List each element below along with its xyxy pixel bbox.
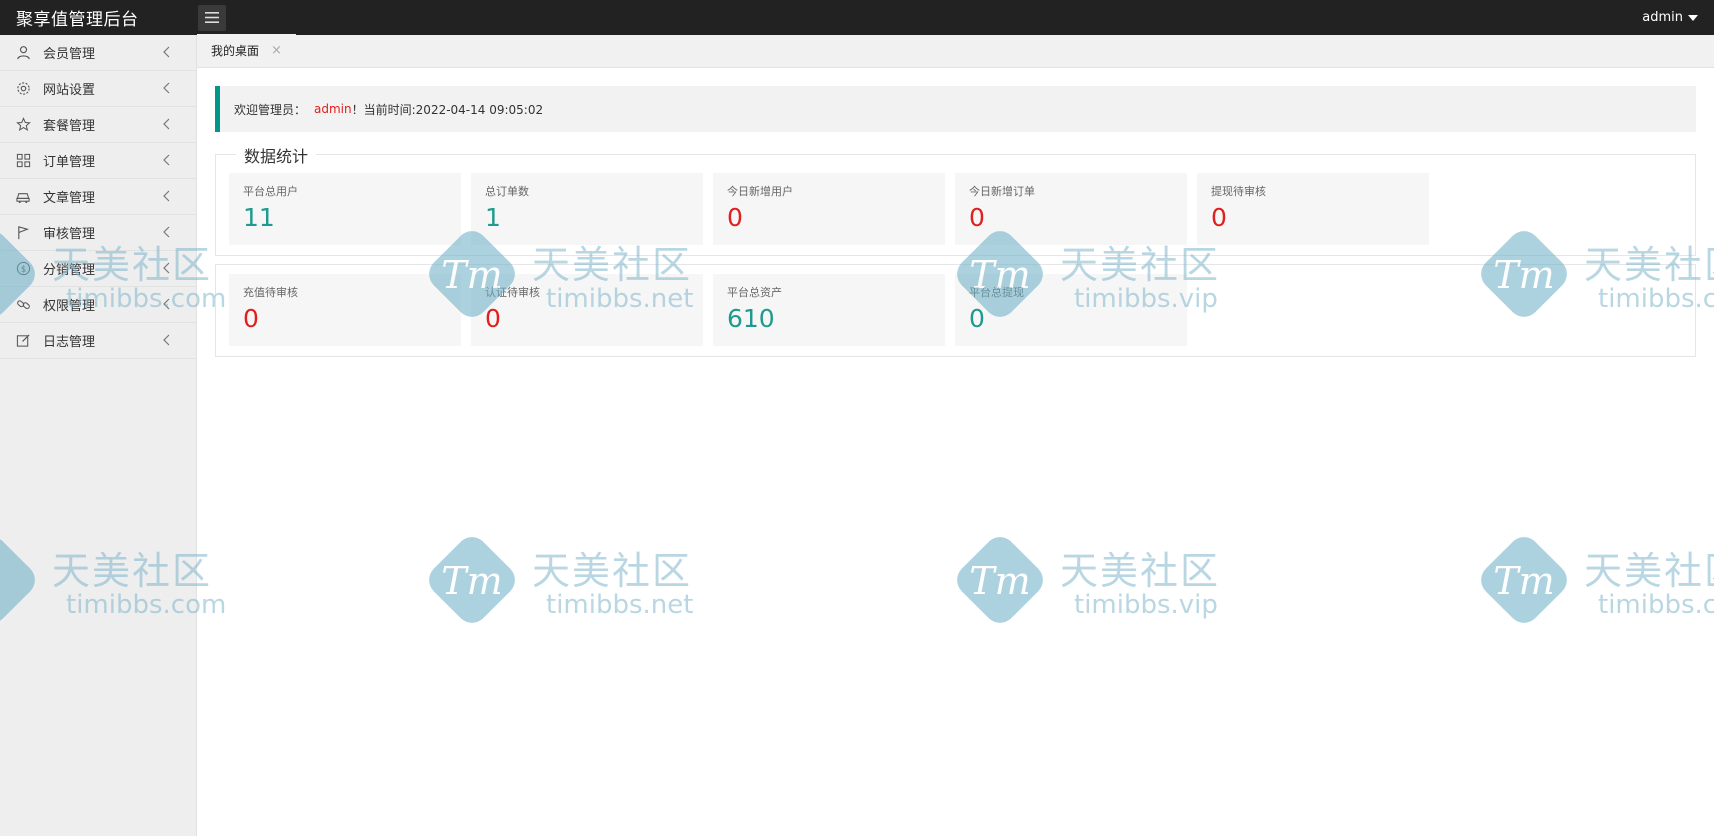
stat-label: 平台总提现 (969, 286, 1024, 299)
tab-label: 我的桌面 (211, 44, 260, 58)
tab-my-desktop[interactable]: 我的桌面 × (197, 34, 296, 67)
sidebar-item-label: 套餐管理 (43, 119, 96, 134)
sidebar-item-orders[interactable]: 订单管理 (0, 143, 196, 179)
stat-value: 0 (969, 203, 985, 232)
stat-card-withdraw-pending: 提现待审核 0 (1197, 173, 1429, 245)
chevron-left-icon (163, 82, 170, 94)
chevron-left-icon (163, 334, 170, 346)
sidebar-item-articles[interactable]: 文章管理 (0, 179, 196, 215)
stat-card-verify-pending: 认证待审核 0 (471, 274, 703, 346)
close-icon[interactable]: × (271, 43, 282, 58)
stat-label: 今日新增用户 (727, 185, 793, 198)
stat-value: 0 (727, 203, 743, 232)
edit-icon (15, 333, 31, 349)
grid-icon (15, 153, 31, 169)
chevron-left-icon (163, 154, 170, 166)
sidebar-item-logs[interactable]: 日志管理 (0, 323, 196, 359)
stat-card-total-withdraw: 平台总提现 0 (955, 274, 1187, 346)
stat-value: 610 (727, 304, 775, 333)
tab-bar: 我的桌面 × (197, 34, 1714, 68)
stat-label: 总订单数 (485, 185, 529, 198)
stats-fieldset-row2: 充值待审核 0 认证待审核 0 平台总资产 610 平台总提现 0 (215, 264, 1696, 357)
svg-text:$: $ (20, 264, 25, 274)
stat-label: 认证待审核 (485, 286, 540, 299)
hamburger-icon (205, 12, 219, 23)
top-header: 聚享值管理后台 admin (0, 0, 1714, 35)
welcome-prefix: 欢迎管理员： (234, 102, 307, 117)
stat-value: 0 (243, 304, 259, 333)
welcome-banner: 欢迎管理员： admin ！当前时间:2022-04-14 09:05:02 (215, 86, 1696, 132)
sidebar-item-label: 权限管理 (43, 299, 96, 314)
welcome-time: ！当前时间:2022-04-14 09:05:02 (351, 102, 544, 117)
stat-label: 平台总用户 (243, 185, 298, 198)
sidebar-item-label: 审核管理 (43, 227, 96, 242)
stat-label: 充值待审核 (243, 286, 298, 299)
user-menu[interactable]: admin (1642, 0, 1698, 35)
sidebar: 会员管理 网站设置 套餐管理 订单管理 文章管理 审核管理 $ 分销管理 权限管… (0, 35, 197, 836)
stats-fieldset-row1: 数据统计 平台总用户 11 总订单数 1 今日新增用户 0 今日新增订单 0 提… (215, 143, 1696, 256)
stat-card-total-users: 平台总用户 11 (229, 173, 461, 245)
sidebar-item-label: 分销管理 (43, 263, 96, 278)
star-icon (15, 117, 31, 133)
car-icon (15, 189, 31, 205)
sidebar-item-label: 日志管理 (43, 335, 96, 350)
stat-value: 11 (243, 203, 275, 232)
stat-value: 0 (485, 304, 501, 333)
chevron-left-icon (163, 46, 170, 58)
menu-toggle-button[interactable] (198, 4, 226, 31)
sidebar-item-members[interactable]: 会员管理 (0, 35, 196, 71)
stat-card-total-orders: 总订单数 1 (471, 173, 703, 245)
stat-value: 0 (969, 304, 985, 333)
stat-card-new-users-today: 今日新增用户 0 (713, 173, 945, 245)
sidebar-item-label: 订单管理 (43, 155, 96, 170)
sidebar-item-review[interactable]: 审核管理 (0, 215, 196, 251)
stat-card-new-orders-today: 今日新增订单 0 (955, 173, 1187, 245)
sidebar-item-permissions[interactable]: 权限管理 (0, 287, 196, 323)
chevron-left-icon (163, 226, 170, 238)
stat-card-recharge-pending: 充值待审核 0 (229, 274, 461, 346)
chevron-left-icon (163, 298, 170, 310)
chevron-left-icon (163, 118, 170, 130)
sidebar-item-distribution[interactable]: $ 分销管理 (0, 251, 196, 287)
link-icon (15, 297, 31, 313)
stat-label: 提现待审核 (1211, 185, 1266, 198)
main-content: 欢迎管理员： admin ！当前时间:2022-04-14 09:05:02 数… (197, 68, 1714, 836)
flag-icon (15, 225, 31, 241)
app-title: 聚享值管理后台 (16, 10, 139, 30)
dollar-icon: $ (15, 261, 31, 277)
gear-icon (15, 81, 31, 97)
stat-card-total-assets: 平台总资产 610 (713, 274, 945, 346)
stat-label: 平台总资产 (727, 286, 782, 299)
user-icon (15, 45, 31, 61)
user-name: admin (1642, 10, 1683, 25)
caret-down-icon (1688, 14, 1698, 21)
sidebar-item-site-settings[interactable]: 网站设置 (0, 71, 196, 107)
stat-value: 0 (1211, 203, 1227, 232)
sidebar-item-label: 会员管理 (43, 47, 96, 62)
welcome-admin-name: admin (314, 102, 352, 116)
stats-legend: 数据统计 (236, 143, 317, 167)
stat-label: 今日新增订单 (969, 185, 1035, 198)
stat-value: 1 (485, 203, 501, 232)
sidebar-item-packages[interactable]: 套餐管理 (0, 107, 196, 143)
sidebar-item-label: 网站设置 (43, 83, 96, 98)
chevron-left-icon (163, 262, 170, 274)
sidebar-item-label: 文章管理 (43, 191, 96, 206)
chevron-left-icon (163, 190, 170, 202)
